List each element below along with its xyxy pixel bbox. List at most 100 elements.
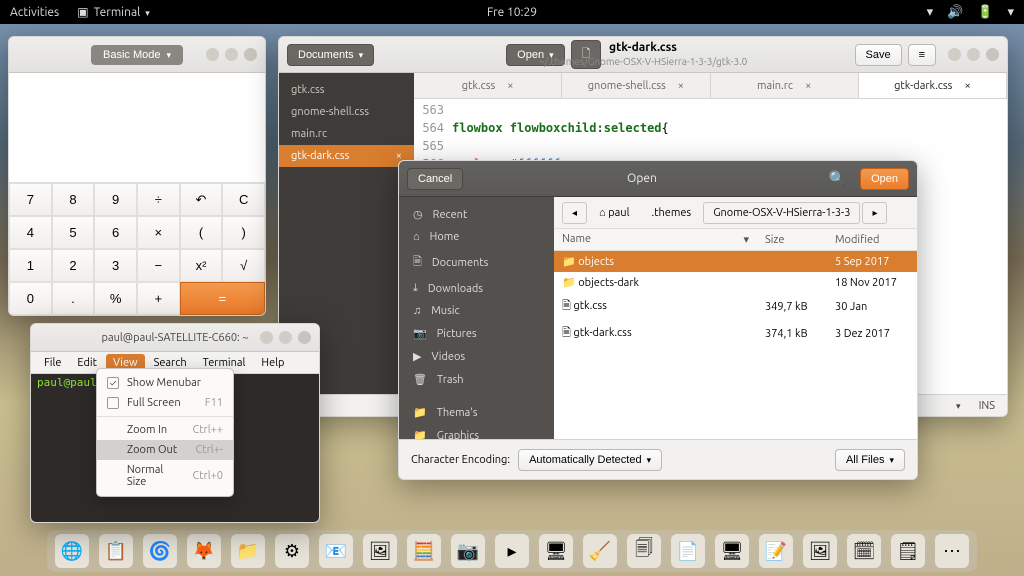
col-name[interactable]: Name ▾ xyxy=(554,229,757,251)
calc-key[interactable]: ) xyxy=(222,216,265,249)
calc-equals[interactable]: = xyxy=(180,282,265,315)
dock-app[interactable]: ▸ xyxy=(495,534,529,568)
calc-key[interactable]: 1 xyxy=(9,249,52,282)
menu-item[interactable]: Zoom InCtrl++ xyxy=(97,420,233,440)
maximize-button[interactable] xyxy=(967,48,980,61)
dock-app[interactable]: 🖼 xyxy=(363,534,397,568)
file-row[interactable]: 📁 objects-dark18 Nov 2017 xyxy=(554,272,917,293)
close-button[interactable] xyxy=(986,48,999,61)
dock-app[interactable]: 📄 xyxy=(671,534,705,568)
calc-key[interactable]: 3 xyxy=(94,249,137,282)
appmenu-terminal[interactable]: ▣ Terminal xyxy=(77,5,150,19)
dock-app[interactable]: 📷 xyxy=(451,534,485,568)
editor-tab[interactable]: gtk-dark.css× xyxy=(859,73,1007,98)
save-button[interactable]: Save xyxy=(855,44,902,66)
places-item[interactable]: 🗑Trash xyxy=(399,368,554,391)
calc-key[interactable]: 4 xyxy=(9,216,52,249)
calc-key[interactable]: 0 xyxy=(9,282,52,315)
dock-app[interactable]: 🌐 xyxy=(55,534,89,568)
dock-app[interactable]: 📝 xyxy=(759,534,793,568)
places-item[interactable]: 🗎Documents xyxy=(399,248,554,277)
menu-item[interactable]: Full ScreenF11 xyxy=(97,393,233,413)
maximize-button[interactable] xyxy=(225,48,238,61)
calc-key[interactable]: 5 xyxy=(52,216,95,249)
minimize-button[interactable] xyxy=(948,48,961,61)
network-icon[interactable]: ▾ xyxy=(927,5,934,20)
hamburger-menu[interactable]: ≡ xyxy=(908,44,936,66)
doclist-item[interactable]: gtk.css xyxy=(279,79,414,101)
dock-app[interactable]: 🖥 xyxy=(715,534,749,568)
calc-key[interactable]: 6 xyxy=(94,216,137,249)
file-row[interactable]: 🗎 gtk.css349,7 kB30 Jan xyxy=(554,293,917,320)
close-icon[interactable]: × xyxy=(507,80,513,92)
editor-tab[interactable]: gnome-shell.css× xyxy=(562,73,710,98)
dock-app[interactable]: 🗐 xyxy=(627,534,661,568)
editor-tab[interactable]: gtk.css× xyxy=(414,73,562,98)
menu-item[interactable]: Normal SizeCtrl+0 xyxy=(97,460,233,492)
path-seg-current[interactable]: Gnome-OSX-V-HSierra-1-3-3 xyxy=(703,202,860,224)
bookmark-item[interactable]: 📁Graphics xyxy=(399,424,554,439)
menu-item[interactable]: ✓Show Menubar xyxy=(97,373,233,393)
maximize-button[interactable] xyxy=(279,331,292,344)
dock-app[interactable]: ⋯ xyxy=(935,534,969,568)
volume-icon[interactable]: 🔊 xyxy=(947,5,963,20)
menu-item[interactable]: Zoom OutCtrl+- xyxy=(97,440,233,460)
minimize-button[interactable] xyxy=(260,331,273,344)
places-item[interactable]: ◷Recent xyxy=(399,203,554,226)
calc-key[interactable]: ( xyxy=(180,216,223,249)
calc-key[interactable]: % xyxy=(94,282,137,315)
file-row[interactable]: 📁 objects5 Sep 2017 xyxy=(554,251,917,273)
places-item[interactable]: ♫Music xyxy=(399,300,554,322)
calc-key[interactable]: ÷ xyxy=(137,183,180,216)
clock[interactable]: Fre 10:29 xyxy=(487,6,537,19)
close-button[interactable] xyxy=(298,331,311,344)
calc-key[interactable]: x² xyxy=(180,249,223,282)
documents-button[interactable]: Documents xyxy=(287,44,374,66)
calc-key[interactable]: 7 xyxy=(9,183,52,216)
dock-app[interactable]: 🌀 xyxy=(143,534,177,568)
dock-app[interactable]: 🧮 xyxy=(407,534,441,568)
places-item[interactable]: ⌂Home xyxy=(399,226,554,248)
calc-key[interactable]: ↶ xyxy=(180,183,223,216)
dock-app[interactable]: 📁 xyxy=(231,534,265,568)
dock-app[interactable]: 🗓 xyxy=(847,534,881,568)
dock-app[interactable]: 🗒 xyxy=(891,534,925,568)
dock-app[interactable]: ⚙ xyxy=(275,534,309,568)
search-icon[interactable]: 🔍 xyxy=(821,170,854,187)
menu-help[interactable]: Help xyxy=(254,354,291,372)
dock-app[interactable]: 📋 xyxy=(99,534,133,568)
calc-key[interactable]: √ xyxy=(222,249,265,282)
doclist-item[interactable]: gtk-dark.css × xyxy=(279,145,414,167)
calc-key[interactable]: C xyxy=(222,183,265,216)
close-icon[interactable]: × xyxy=(678,80,684,92)
calc-key[interactable]: × xyxy=(137,216,180,249)
places-item[interactable]: 📷Pictures xyxy=(399,322,554,345)
filter-combo[interactable]: All Files xyxy=(835,449,905,471)
editor-tab[interactable]: main.rc× xyxy=(711,73,859,98)
col-size[interactable]: Size xyxy=(757,229,827,251)
dock-app[interactable]: 🧹 xyxy=(583,534,617,568)
dock-app[interactable]: 🖼 xyxy=(803,534,837,568)
calc-key[interactable]: 9 xyxy=(94,183,137,216)
dock-app[interactable]: 🖥 xyxy=(539,534,573,568)
path-forward[interactable] xyxy=(862,202,887,224)
encoding-combo[interactable]: Automatically Detected xyxy=(518,449,662,471)
path-seg[interactable]: .themes xyxy=(641,202,701,224)
calc-key[interactable]: 2 xyxy=(52,249,95,282)
file-row[interactable]: 🗎 gtk-dark.css374,1 kB3 Dez 2017 xyxy=(554,320,917,347)
dock-app[interactable]: 🦊 xyxy=(187,534,221,568)
dropdown-icon[interactable] xyxy=(956,400,961,412)
activities-button[interactable]: Activities xyxy=(10,6,59,19)
path-home[interactable]: ⌂ paul xyxy=(589,202,639,224)
menu-file[interactable]: File xyxy=(37,354,68,372)
close-button[interactable] xyxy=(244,48,257,61)
close-icon[interactable]: × xyxy=(805,80,811,92)
close-icon[interactable]: × xyxy=(964,80,970,92)
calc-mode-button[interactable]: Basic Mode xyxy=(91,45,183,65)
cancel-button[interactable]: Cancel xyxy=(407,168,463,190)
path-back[interactable] xyxy=(562,202,587,224)
calc-key[interactable]: . xyxy=(52,282,95,315)
calc-display[interactable] xyxy=(9,73,265,183)
doclist-item[interactable]: gnome-shell.css xyxy=(279,101,414,123)
power-icon[interactable]: ▾ xyxy=(1007,5,1014,20)
